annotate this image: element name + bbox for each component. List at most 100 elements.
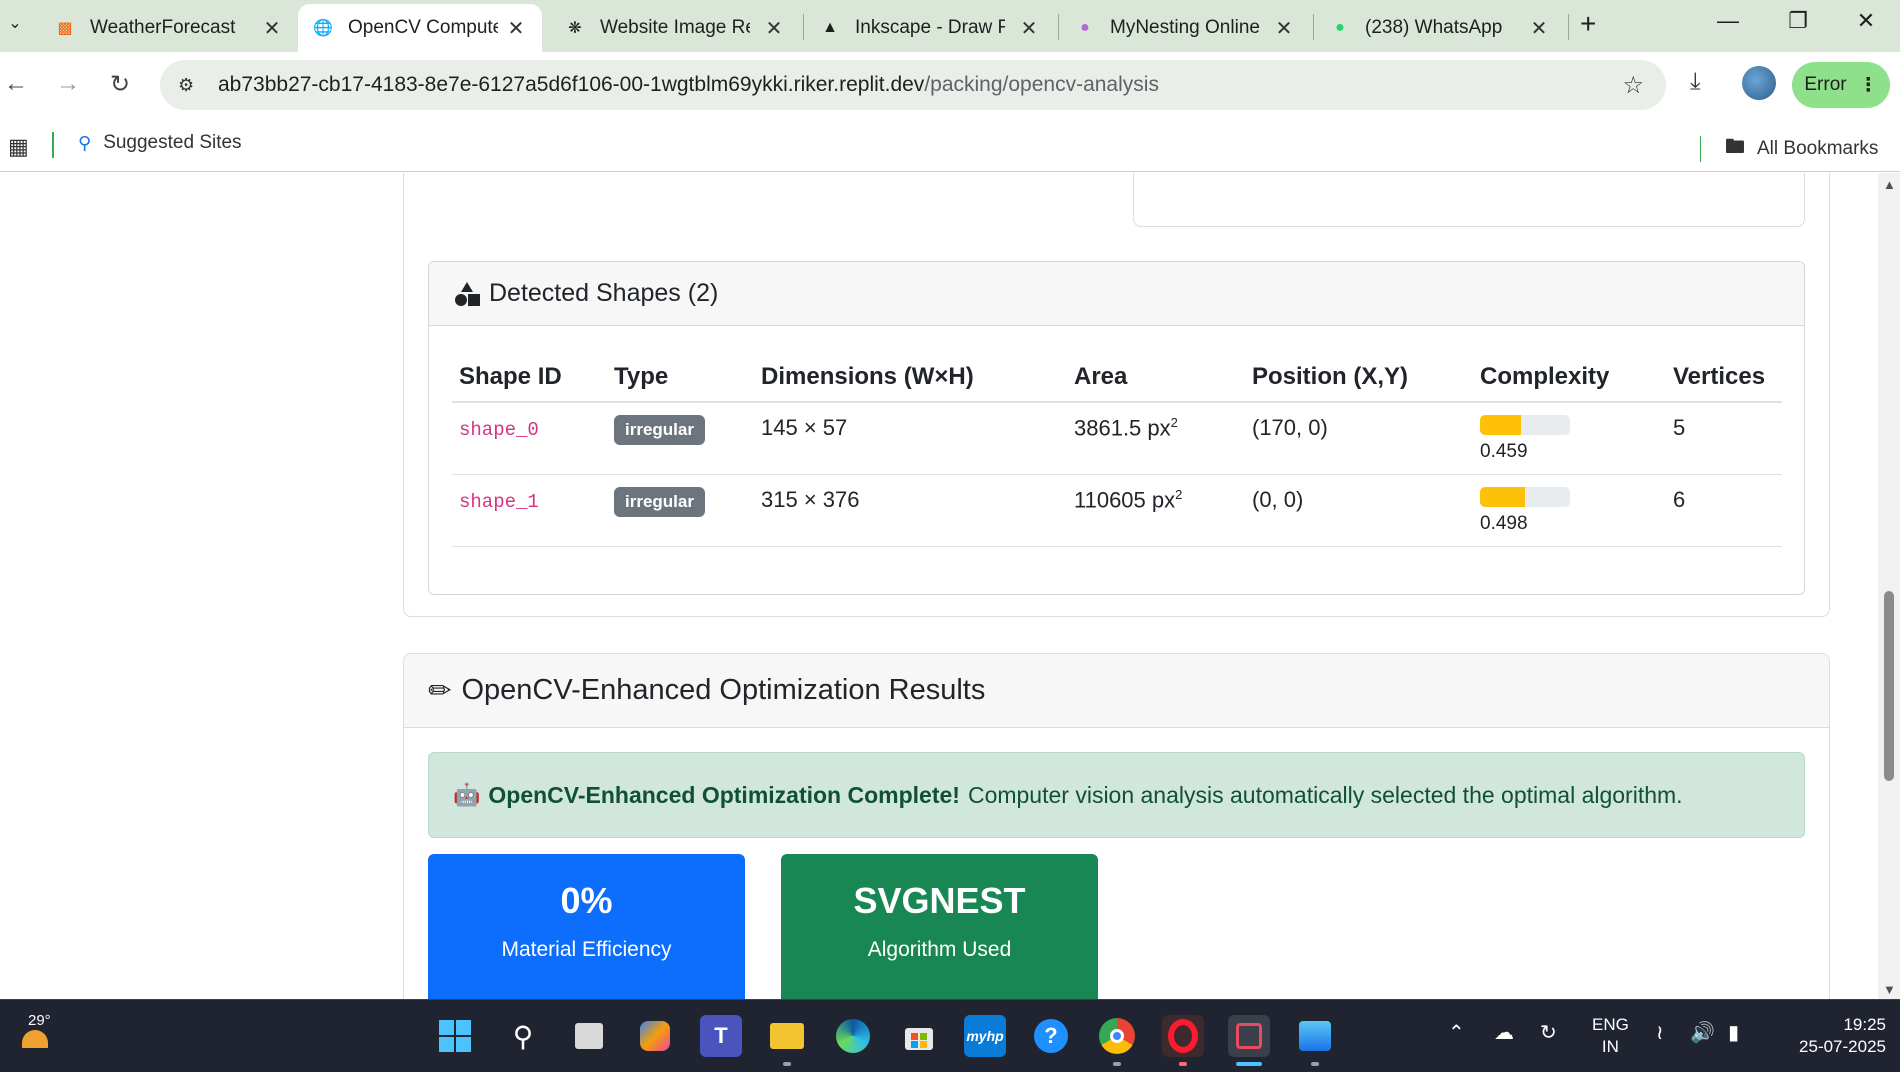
- tab-website-image[interactable]: ❋ Website Image Re ✕: [550, 4, 800, 52]
- close-window-icon[interactable]: ✕: [1846, 8, 1886, 34]
- pencil-icon: ✏: [428, 675, 452, 706]
- help-icon[interactable]: ?: [1030, 1015, 1072, 1057]
- vertices-cell: 6: [1666, 474, 1782, 547]
- reload-icon[interactable]: ↻: [104, 70, 136, 99]
- sync-icon[interactable]: ↻: [1540, 1020, 1557, 1045]
- date: 25-07-2025: [1799, 1037, 1886, 1056]
- complexity-fill: [1480, 415, 1522, 435]
- active-indicator: [1236, 1062, 1262, 1066]
- profile-avatar[interactable]: [1742, 66, 1776, 100]
- dimensions-cell: 145 × 57: [754, 402, 1067, 475]
- tab-label: (238) WhatsApp: [1365, 17, 1503, 38]
- wifi-icon[interactable]: ≀: [1656, 1020, 1664, 1045]
- optimization-results-card: ✏ OpenCV-Enhanced Optimization Results 🤖…: [403, 653, 1830, 999]
- page-scrollbar[interactable]: ▲ ▼: [1878, 173, 1900, 999]
- myhp-icon[interactable]: my hp: [964, 1015, 1006, 1057]
- stat-algorithm-used: SVGNEST Algorithm Used: [781, 854, 1098, 999]
- file-explorer-icon[interactable]: [766, 1015, 808, 1057]
- photos-icon[interactable]: [1294, 1015, 1336, 1057]
- close-tab-icon[interactable]: ✕: [504, 16, 528, 41]
- complexity-fill: [1480, 486, 1525, 507]
- table-header-row: Shape ID Type Dimensions (W×H) Area Posi…: [452, 352, 1782, 403]
- stat-label: Material Efficiency: [501, 938, 672, 961]
- bookmark-separator: [1700, 136, 1701, 162]
- browser-toolbar: ← → ↻ ⚙ ab73bb27-cb17-4183-8e7e-6127a5d6…: [0, 52, 1900, 120]
- bookmark-star-icon[interactable]: ☆: [1622, 71, 1644, 100]
- globe-icon: 🌐: [313, 20, 333, 37]
- copilot-icon[interactable]: [634, 1015, 676, 1057]
- scroll-up-arrow-icon[interactable]: ▲: [1883, 177, 1896, 192]
- shapes-table: Shape ID Type Dimensions (W×H) Area Posi…: [452, 352, 1782, 547]
- tab-label: Website Image Re: [600, 17, 750, 38]
- opera-icon[interactable]: [1162, 1015, 1204, 1057]
- close-tab-icon[interactable]: ✕: [1017, 16, 1041, 41]
- clock[interactable]: 19:25 25-07-2025: [1776, 1014, 1886, 1058]
- folder-icon: 🖿: [1725, 136, 1745, 158]
- stat-label: Algorithm Used: [867, 938, 1012, 961]
- close-tab-icon[interactable]: ✕: [1527, 16, 1551, 41]
- tab-separator: [1568, 14, 1569, 40]
- position-cell: (170, 0): [1245, 402, 1473, 475]
- tab-search-chevron-icon[interactable]: ⌄: [0, 8, 30, 38]
- tab-opencv[interactable]: 🌐 OpenCV Compute ✕: [298, 4, 542, 52]
- teams-icon[interactable]: T: [700, 1015, 742, 1057]
- close-tab-icon[interactable]: ✕: [260, 16, 284, 41]
- profile-error-button[interactable]: Error ⋮: [1792, 62, 1890, 108]
- close-tab-icon[interactable]: ✕: [762, 16, 786, 41]
- snipping-tool-icon[interactable]: [1228, 1015, 1270, 1057]
- stat-material-efficiency: 0% Material Efficiency: [428, 854, 745, 999]
- apps-grid-icon[interactable]: ▦: [8, 134, 29, 160]
- weather-widget[interactable]: 29°: [10, 1010, 70, 1060]
- tab-inkscape[interactable]: ▲ Inkscape - Draw Fr ✕: [805, 4, 1055, 52]
- whatsapp-icon: ●: [1335, 19, 1345, 36]
- bookmarks-bar: ▦ ⚲ Suggested Sites 🖿 All Bookmarks: [0, 120, 1900, 172]
- tab-weatherforecast[interactable]: ▩ WeatherForecast - ✕: [40, 4, 298, 52]
- address-bar[interactable]: ⚙ ab73bb27-cb17-4183-8e7e-6127a5d6f106-0…: [160, 60, 1666, 110]
- tab-whatsapp[interactable]: ● (238) WhatsApp ✕: [1315, 4, 1565, 52]
- url-host: ab73bb27-cb17-4183-8e7e-6127a5d6f106-00-…: [218, 73, 925, 96]
- windows-start-icon[interactable]: [434, 1015, 476, 1057]
- scroll-down-arrow-icon[interactable]: ▼: [1883, 982, 1896, 997]
- edge-icon[interactable]: [832, 1015, 874, 1057]
- complexity-value: 0.498: [1480, 512, 1528, 534]
- tab-mynesting[interactable]: ● MyNesting Online ✕: [1060, 4, 1310, 52]
- all-bookmarks-label: All Bookmarks: [1757, 138, 1879, 159]
- detected-shapes-header: Detected Shapes (2): [429, 262, 1804, 326]
- search-icon[interactable]: ⚲: [502, 1015, 544, 1057]
- area-superscript: 2: [1175, 486, 1183, 502]
- battery-icon[interactable]: ▮: [1728, 1020, 1739, 1045]
- type-badge: irregular: [614, 415, 705, 445]
- download-icon[interactable]: ⤓: [1690, 68, 1701, 96]
- optimization-header: ✏ OpenCV-Enhanced Optimization Results: [404, 654, 1829, 728]
- onedrive-icon[interactable]: ☁: [1494, 1020, 1514, 1045]
- column-header: Vertices: [1666, 352, 1782, 403]
- new-tab-icon[interactable]: +: [1580, 8, 1596, 40]
- tab-label: OpenCV Compute: [348, 17, 498, 38]
- bookmark-suggested-sites[interactable]: ⚲ Suggested Sites: [78, 132, 242, 154]
- site-settings-icon[interactable]: ⚙: [178, 75, 204, 96]
- microsoft-store-icon[interactable]: [898, 1015, 940, 1057]
- show-hidden-icons-chevron-icon[interactable]: ⌃: [1448, 1020, 1465, 1045]
- detected-shapes-card: Detected Shapes (2) Shape ID Type Dimens…: [428, 261, 1805, 595]
- volume-icon[interactable]: 🔊: [1690, 1020, 1715, 1045]
- forward-arrow-icon[interactable]: →: [52, 70, 84, 98]
- close-tab-icon[interactable]: ✕: [1272, 16, 1296, 41]
- url-text[interactable]: ab73bb27-cb17-4183-8e7e-6127a5d6f106-00-…: [218, 73, 1159, 97]
- language-primary: ENG: [1592, 1015, 1629, 1034]
- tab-label: Inkscape - Draw Fr: [855, 17, 1005, 38]
- search-icon: ⚲: [78, 132, 92, 153]
- language-indicator[interactable]: ENG IN: [1592, 1014, 1629, 1058]
- chrome-icon[interactable]: [1096, 1015, 1138, 1057]
- minimize-icon[interactable]: —: [1708, 8, 1748, 34]
- task-view-icon[interactable]: [568, 1015, 610, 1057]
- all-bookmarks-button[interactable]: 🖿 All Bookmarks: [1700, 132, 1878, 166]
- openai-icon: ❋: [568, 20, 582, 37]
- scroll-thumb[interactable]: [1884, 591, 1894, 781]
- tab-separator: [1313, 14, 1314, 40]
- optimization-title: OpenCV-Enhanced Optimization Results: [461, 674, 986, 706]
- back-arrow-icon[interactable]: ←: [0, 70, 32, 98]
- area-cell: 110605 px2: [1067, 474, 1245, 547]
- restore-icon[interactable]: ❐: [1778, 8, 1818, 34]
- column-header: Dimensions (W×H): [754, 352, 1067, 403]
- windows-taskbar: 29° ⚲ T my hp ? ⌃ ☁ ↻ ENG IN ≀ 🔊 ▮ 19:25 …: [0, 999, 1900, 1072]
